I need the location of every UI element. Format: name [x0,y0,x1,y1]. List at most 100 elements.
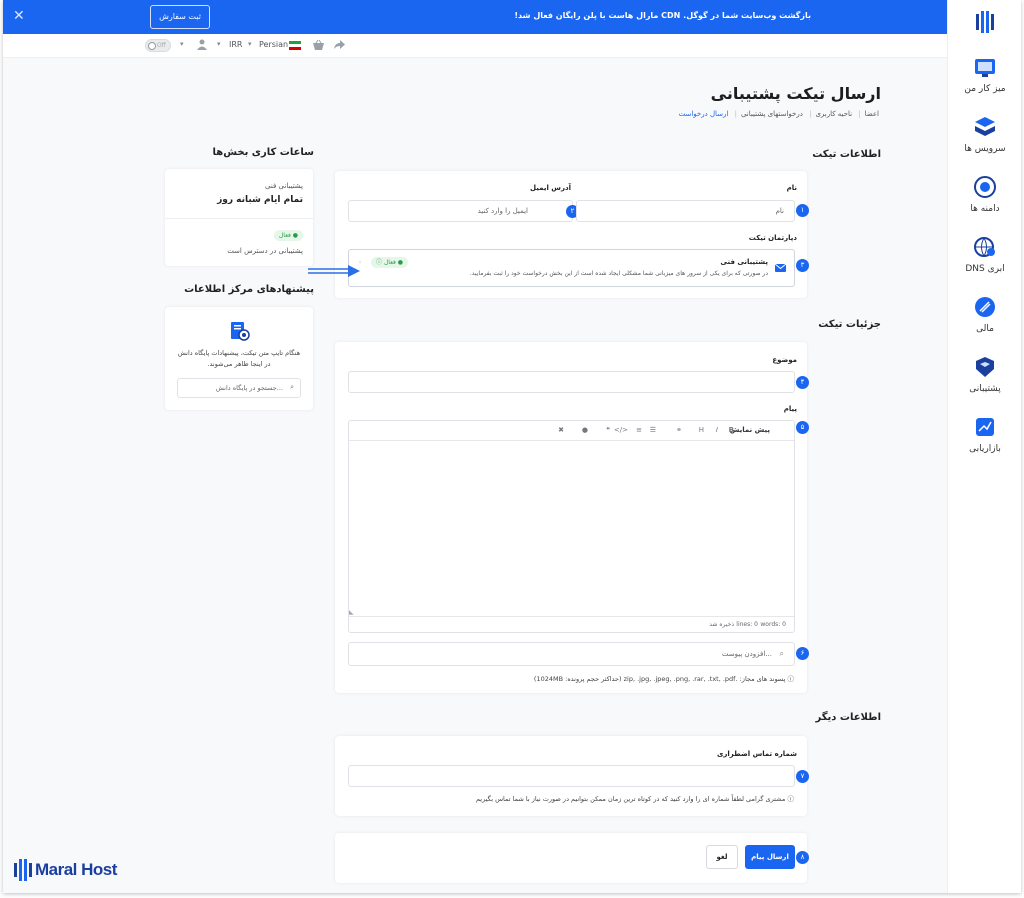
banner-close-icon[interactable]: ✕ [13,8,25,24]
step-badge: ۴ [796,376,809,389]
breadcrumb: اعضا| ناحیه کاربری| درخواستهای پشتیبانی|… [678,110,879,118]
basket-icon[interactable] [313,40,324,50]
step-badge: ۶ [796,647,809,660]
bold-icon[interactable]: B [729,426,734,434]
sidebar-item-label: سرویس ها [964,144,1006,154]
department-status-badge: ● فعال ⓘ [371,257,409,268]
sidebar-item-support[interactable]: پشتیبانی [948,356,1021,394]
step-badge: ۷ [796,770,809,783]
sidebar-item-label: دامنه ها [970,204,1000,214]
name-label: نام [786,184,797,192]
sidebar-item-label: پشتیبانی [969,384,1001,394]
marketing-icon [976,418,994,436]
brand-logo-icon[interactable] [974,10,996,34]
hours-status-badge: ● فعال [273,230,303,241]
line-count: lines: 0 [736,621,758,628]
subject-label: موضوع [772,356,797,364]
sidebar-item-services[interactable]: سرویس ها [948,116,1021,154]
breadcrumb-current: ارسال درخواست [678,110,729,118]
word-count: words: 0 [760,621,786,628]
page-title: ارسال تیکت پشتیبانی [710,84,881,103]
sidebar-item-label: مالی [976,324,994,334]
preview-tab[interactable]: پیش نمایش [730,426,770,434]
chevron-down-icon[interactable]: ▾ [217,40,221,48]
share-icon[interactable] [334,40,345,50]
knowledge-base-icon [231,322,250,341]
sidebar-item-desk[interactable]: میز کار من [948,56,1021,94]
message-editor[interactable]: پیش نمایش B I H ⚭ ☰ ≡ </> ❝ ● ✖ ◣ words:… [348,420,795,633]
name-placeholder: نام [775,207,784,215]
search-placeholder: جستجو در پایگاه دانش... [215,384,283,392]
allowed-extensions-note: ⓘ پسوند های مجاز: .zip, .jpg, .jpeg, .pn… [533,675,794,683]
unordered-list-icon[interactable]: ☰ [650,426,656,434]
info-icon: ⓘ [376,259,383,266]
fullscreen-icon[interactable]: ✖ [558,426,564,434]
resize-handle-icon[interactable]: ◣ [349,609,354,616]
currency-selector[interactable]: IRR [229,40,242,49]
section-title-working-hours: ساعات کاری بخش‌ها [212,147,314,158]
sidebar-item-cloud-dns[interactable]: DNS ابری [948,236,1021,274]
department-status: فعال [383,259,396,266]
sidebar-item-label: بازاریابی [969,444,1001,454]
toggle-label: Off [157,42,166,49]
name-field[interactable]: نام [576,200,795,222]
department-name: پشتیبانی فنی [720,258,768,266]
emergency-phone-label: شماره تماس اضطراری [716,750,797,758]
working-hours-card: پشتیبانی فنی تمام ایام شبانه روز ● فعال … [165,169,313,266]
breadcrumb-item[interactable]: ناحیه کاربری [815,110,852,118]
quote-icon[interactable]: ❝ [606,426,610,434]
step-badge: ۵ [796,421,809,434]
sidebar-item-domains[interactable]: دامنه ها [948,176,1021,214]
user-icon[interactable] [197,39,207,50]
sidebar-item-label: میز کار من [964,84,1006,94]
attachment-input[interactable]: ⌕ افزودن پیوست... [348,642,795,666]
cancel-button[interactable]: لغو [706,845,738,869]
paperclip-icon: ⌕ [779,649,784,658]
theme-toggle[interactable]: Off [145,39,171,52]
help-icon[interactable]: ● [582,426,588,434]
support-icon [976,357,994,377]
subject-input[interactable] [348,371,795,393]
domain-icon [974,176,996,198]
breadcrumb-item[interactable]: اعضا [865,110,879,118]
brand-logo: Maral Host [13,858,133,882]
services-icon [975,117,995,136]
sidebar-item-marketing[interactable]: بازاریابی [948,416,1021,454]
submit-button[interactable]: ارسال پیام [745,845,795,869]
order-button[interactable]: ثبت سفارش [150,5,210,29]
app-frame: ✕ ثبت سفارش بازگشت وب‌سایت شما در گوگل. … [3,0,1021,893]
email-placeholder: ایمیل را وارد کنید [477,207,528,215]
search-icon: ⌕ [290,383,294,391]
italic-icon[interactable]: I [716,426,718,434]
chevron-down-icon[interactable]: ▾ [248,40,252,48]
editor-footer: words: 0 lines: 0 ذخیره شد [349,616,794,632]
iran-flag-icon [289,41,301,50]
link-icon[interactable]: ⚭ [676,426,682,434]
ordered-list-icon[interactable]: ≡ [636,426,642,434]
code-icon[interactable]: </> [614,426,628,434]
chevron-down-icon[interactable]: ▾ [180,40,184,48]
main-sidebar: میز کار من سرویس ها دامنه ها DNS ابری ما… [947,0,1021,893]
step-badge: ۳ [796,259,809,272]
ticket-info-card: نام آدرس ایمیل ایمیل را وارد کنید ۲ نام … [335,171,809,298]
heading-icon[interactable]: H [699,426,704,434]
section-title-knowledge-base: پیشنهادهای مرکز اطلاعات [184,284,314,295]
promo-banner: ✕ ثبت سفارش بازگشت وب‌سایت شما در گوگل. … [3,0,947,34]
breadcrumb-item[interactable]: درخواستهای پشتیبانی [741,110,803,118]
email-field[interactable]: ایمیل را وارد کنید [348,200,573,222]
language-selector[interactable]: Persian [259,40,288,49]
top-toolbar: Off ▾ ▾ IRR ▾ Persian [3,34,947,58]
knowledge-base-search[interactable]: ⌕ جستجو در پایگاه دانش... [177,378,301,398]
knowledge-base-description: هنگام تایپ متن تیکت، پیشنهادات پایگاه دا… [177,349,301,368]
step-badge: ۱ [796,204,809,217]
section-title-ticket-info: اطلاعات تیکت [812,149,881,160]
other-info-card: شماره تماس اضطراری ۷ ⓘ مشتری گرامی لطفاً… [335,736,809,816]
department-option[interactable]: پشتیبانی فنی در صورتی که برای یکی از سرو… [348,249,795,287]
attachment-placeholder: افزودن پیوست... [721,650,772,658]
emergency-phone-note-text: مشتری گرامی لطفاً شماره ای را وارد کنید … [475,795,786,803]
emergency-phone-input[interactable] [348,765,795,787]
cloud-dns-icon [974,237,995,257]
email-label: آدرس ایمیل [530,184,571,192]
sidebar-item-finance[interactable]: مالی [948,296,1021,334]
toggle-knob [148,42,156,50]
